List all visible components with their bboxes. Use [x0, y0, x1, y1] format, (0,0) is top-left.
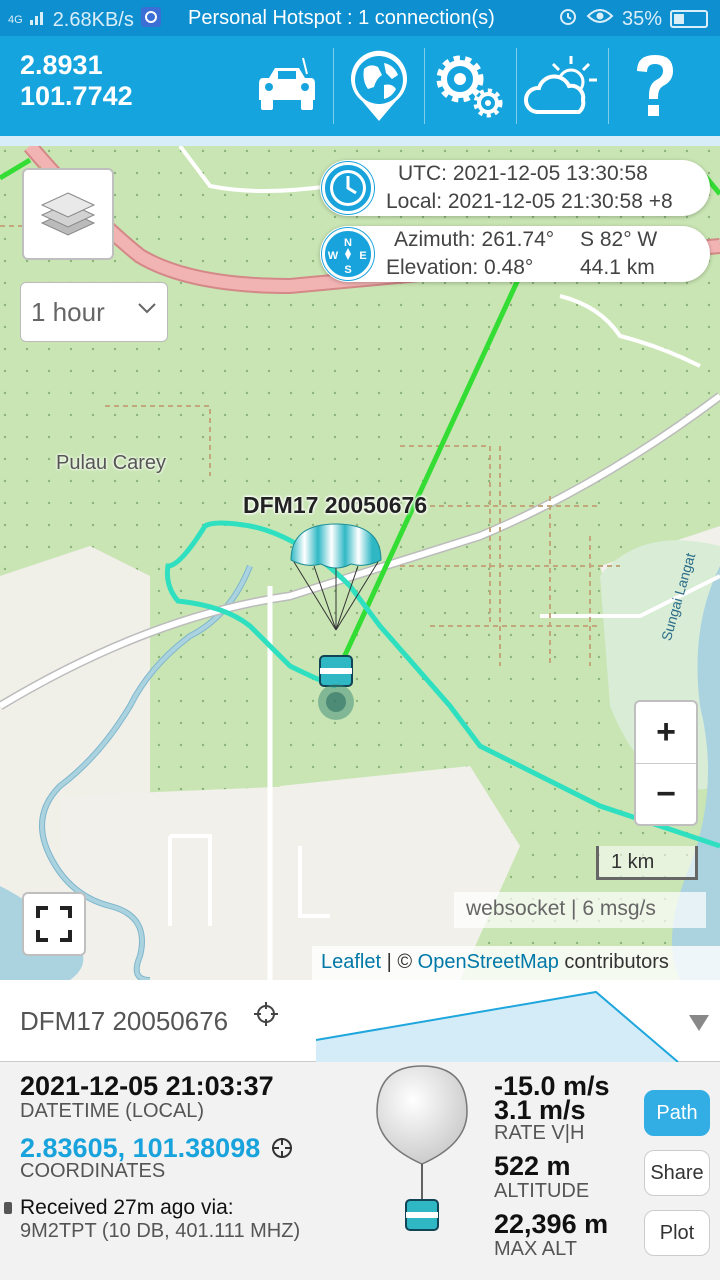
hotspot-status: Personal Hotspot : 1 connection(s)	[188, 7, 495, 29]
weather-icon[interactable]	[518, 44, 604, 128]
status-left: 4G 2.68KB/s	[8, 6, 162, 34]
altitude-profile	[316, 990, 679, 1062]
my-longitude: 101.7742	[20, 81, 133, 111]
crosshair-icon[interactable]	[254, 1002, 278, 1026]
elevation-value: Elevation: 0.48°	[386, 256, 534, 279]
max-altitude-value: 22,396 m	[494, 1209, 609, 1239]
zoom-control: + −	[634, 700, 698, 826]
my-position[interactable]: 2.8931 101.7742	[20, 50, 133, 112]
time-range-value: 1 hour	[31, 297, 105, 327]
place-label: Pulau Carey	[56, 452, 167, 474]
signal-icon	[29, 8, 47, 32]
max-altitude-label: MAX ALT	[494, 1238, 577, 1260]
header-divider	[333, 48, 334, 124]
rate-label: RATE V|H	[494, 1122, 585, 1144]
battery-icon	[670, 10, 708, 28]
layers-button[interactable]	[22, 168, 114, 260]
app-header: 2.8931 101.7742	[0, 36, 720, 136]
sonde-title: DFM17 20050676	[20, 1006, 229, 1036]
receiver-info: 9M2TPT (10 DB, 401.111 MHZ)	[20, 1220, 301, 1242]
datetime-value: 2021-12-05 21:03:37	[20, 1071, 274, 1101]
locate-icon[interactable]	[270, 1136, 294, 1160]
received-text: Received 27m ago via:	[20, 1196, 234, 1219]
fullscreen-button[interactable]	[22, 892, 86, 956]
time-info: UTC: 2021-12-05 13:30:58 Local: 2021-12-…	[320, 160, 710, 216]
azimuth-value: Azimuth: 261.74°	[394, 228, 555, 251]
eye-icon	[586, 7, 614, 31]
sonde-panel: DFM17 20050676 2021-12-05 21:03:37 DATET…	[0, 980, 720, 1280]
my-latitude: 2.8931	[20, 50, 103, 80]
parachute-marker-icon[interactable]	[286, 522, 386, 722]
header-divider	[516, 48, 517, 124]
balloon-icon	[376, 1065, 468, 1231]
alarm-icon	[558, 6, 578, 32]
leaflet-link[interactable]: Leaflet	[321, 951, 381, 973]
plot-button[interactable]: Plot	[644, 1210, 710, 1256]
help-icon[interactable]	[612, 44, 698, 128]
app-notification-icon	[140, 6, 162, 34]
zoom-in-button[interactable]: +	[636, 702, 696, 763]
chevron-down-icon	[138, 303, 156, 314]
battery-percent: 35%	[621, 7, 662, 30]
look-angles: N S W E Azimuth: 261.74° S 82° W Elevati…	[320, 226, 710, 282]
clock-icon	[322, 162, 374, 214]
status-bar: 4G 2.68KB/s Personal Hotspot : 1 connect…	[0, 0, 720, 36]
fullscreen-icon	[36, 906, 72, 942]
car-icon[interactable]	[244, 44, 330, 128]
header-divider	[608, 48, 609, 124]
header-divider	[424, 48, 425, 124]
svg-text:E: E	[359, 250, 366, 262]
coordinates-label: COORDINATES	[20, 1160, 166, 1182]
svg-text:S: S	[344, 264, 351, 276]
compass-icon: N S W E	[322, 228, 374, 280]
websocket-status: websocket | 6 msg/s	[454, 892, 706, 928]
coordinates-value[interactable]: 2.83605, 101.38098	[20, 1134, 260, 1162]
compass-direction: S 82° W	[580, 228, 658, 251]
network-type: 4G	[8, 14, 23, 26]
local-time: Local: 2021-12-05 21:30:58 +8	[386, 190, 673, 213]
gears-icon[interactable]	[426, 44, 512, 128]
osm-link[interactable]: OpenStreetMap	[418, 951, 559, 973]
svg-text:N: N	[344, 237, 352, 249]
altitude-label: ALTITUDE	[494, 1180, 590, 1202]
attribution-separator: | ©	[381, 951, 418, 973]
utc-time: UTC: 2021-12-05 13:30:58	[398, 162, 648, 185]
svg-text:W: W	[328, 250, 339, 262]
distance-value: 44.1 km	[580, 256, 655, 279]
network-speed: 2.68KB/s	[52, 8, 134, 31]
share-button[interactable]: Share	[644, 1150, 710, 1196]
received-bullet	[4, 1202, 12, 1214]
header-shadow	[0, 136, 720, 146]
panel-header[interactable]: DFM17 20050676	[0, 980, 720, 1062]
status-right: 35%	[558, 6, 708, 32]
map-scale: 1 km	[596, 846, 698, 880]
zoom-out-button[interactable]: −	[636, 763, 696, 824]
collapse-arrow-icon[interactable]	[688, 1014, 710, 1032]
balloon-label: DFM17 20050676	[243, 492, 428, 518]
path-button[interactable]: Path	[644, 1090, 710, 1136]
horizontal-rate: 3.1 m/s	[494, 1095, 586, 1125]
globe-pin-icon[interactable]	[336, 44, 422, 128]
attribution-contributors: contributors	[558, 951, 669, 973]
altitude-value: 522 m	[494, 1151, 571, 1181]
layers-icon	[40, 192, 96, 236]
datetime-label: DATETIME (LOCAL)	[20, 1100, 205, 1122]
map-attribution: Leaflet | © OpenStreetMap contributors	[312, 946, 720, 980]
time-range-select[interactable]: 1 hour	[20, 282, 168, 342]
